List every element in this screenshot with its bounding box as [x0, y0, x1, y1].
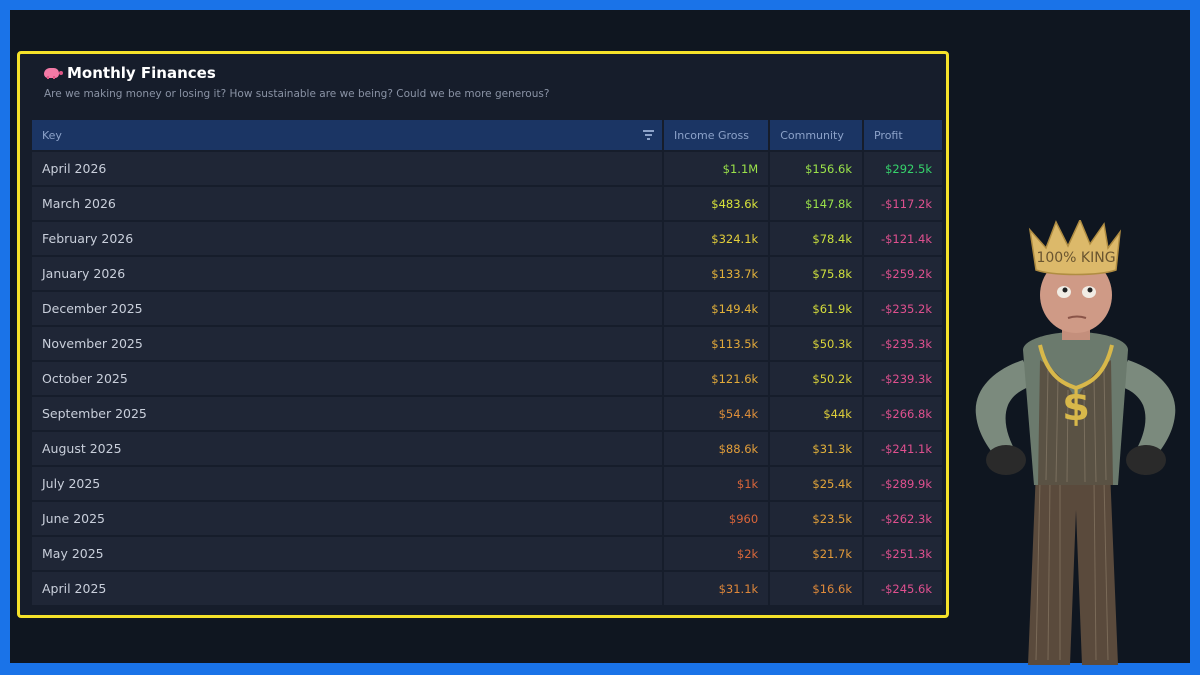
- king-character-illustration: $ 100% KING: [975, 220, 1176, 665]
- row-key-cell: April 2026: [32, 152, 662, 185]
- income-gross-cell: $31.1k: [662, 572, 769, 605]
- row-key-cell: February 2026: [32, 222, 662, 255]
- profit-cell: -$241.1k: [861, 432, 942, 465]
- table-row[interactable]: August 2025 $88.6k $31.3k -$241.1k: [32, 432, 942, 465]
- filter-icon[interactable]: [643, 130, 654, 140]
- community-cell: $156.6k: [768, 152, 862, 185]
- row-key-cell: September 2025: [32, 397, 662, 430]
- row-key-cell: March 2026: [32, 187, 662, 220]
- table-row[interactable]: January 2026 $133.7k $75.8k -$259.2k: [32, 257, 942, 290]
- svg-text:$: $: [1062, 384, 1090, 430]
- table-row[interactable]: February 2026 $324.1k $78.4k -$121.4k: [32, 222, 942, 255]
- row-key-cell: January 2026: [32, 257, 662, 290]
- income-gross-cell: $113.5k: [662, 327, 769, 360]
- crown-text: 100% KING: [1036, 250, 1115, 266]
- table-header-row: Key Income Gross Community Profit: [32, 120, 942, 150]
- income-gross-cell: $88.6k: [662, 432, 769, 465]
- income-gross-cell: $483.6k: [662, 187, 769, 220]
- income-gross-cell: $133.7k: [662, 257, 769, 290]
- profit-cell: -$259.2k: [861, 257, 942, 290]
- community-cell: $16.6k: [768, 572, 862, 605]
- profit-cell: -$266.8k: [861, 397, 942, 430]
- income-gross-cell: $324.1k: [662, 222, 769, 255]
- table-row[interactable]: October 2025 $121.6k $50.2k -$239.3k: [32, 362, 942, 395]
- table-row[interactable]: April 2025 $31.1k $16.6k -$245.6k: [32, 572, 942, 605]
- table-row[interactable]: December 2025 $149.4k $61.9k -$235.2k: [32, 292, 942, 325]
- community-cell: $50.3k: [768, 327, 862, 360]
- community-cell: $21.7k: [768, 537, 862, 570]
- income-gross-cell: $2k: [662, 537, 769, 570]
- community-cell: $61.9k: [768, 292, 862, 325]
- table-row[interactable]: June 2025 $960 $23.5k -$262.3k: [32, 502, 942, 535]
- table-row[interactable]: May 2025 $2k $21.7k -$251.3k: [32, 537, 942, 570]
- table-row[interactable]: July 2025 $1k $25.4k -$289.9k: [32, 467, 942, 500]
- finances-table: Key Income Gross Community Profit April …: [32, 118, 942, 607]
- community-cell: $23.5k: [768, 502, 862, 535]
- community-cell: $78.4k: [768, 222, 862, 255]
- card-header: Monthly Finances: [44, 64, 216, 82]
- community-cell: $50.2k: [768, 362, 862, 395]
- profit-cell: -$262.3k: [861, 502, 942, 535]
- card-subtitle: Are we making money or losing it? How su…: [44, 88, 550, 100]
- profit-cell: $292.5k: [861, 152, 942, 185]
- column-header-key[interactable]: Key: [32, 120, 662, 150]
- row-key-cell: June 2025: [32, 502, 662, 535]
- profit-cell: -$235.3k: [861, 327, 942, 360]
- profit-cell: -$117.2k: [861, 187, 942, 220]
- community-cell: $44k: [768, 397, 862, 430]
- profit-cell: -$245.6k: [861, 572, 942, 605]
- community-cell: $31.3k: [768, 432, 862, 465]
- income-gross-cell: $960: [662, 502, 769, 535]
- table-row[interactable]: April 2026 $1.1M $156.6k $292.5k: [32, 152, 942, 185]
- profit-cell: -$235.2k: [861, 292, 942, 325]
- income-gross-cell: $1.1M: [662, 152, 769, 185]
- community-cell: $75.8k: [768, 257, 862, 290]
- profit-cell: -$121.4k: [861, 222, 942, 255]
- row-key-cell: October 2025: [32, 362, 662, 395]
- income-gross-cell: $54.4k: [662, 397, 769, 430]
- income-gross-cell: $121.6k: [662, 362, 769, 395]
- row-key-cell: July 2025: [32, 467, 662, 500]
- piggy-bank-icon: [44, 67, 63, 79]
- monthly-finances-card: Monthly Finances Are we making money or …: [17, 51, 949, 618]
- profit-cell: -$239.3k: [861, 362, 942, 395]
- column-header-community[interactable]: Community: [768, 120, 862, 150]
- table-row[interactable]: September 2025 $54.4k $44k -$266.8k: [32, 397, 942, 430]
- row-key-cell: November 2025: [32, 327, 662, 360]
- table-row[interactable]: November 2025 $113.5k $50.3k -$235.3k: [32, 327, 942, 360]
- row-key-cell: April 2025: [32, 572, 662, 605]
- column-header-profit[interactable]: Profit: [861, 120, 942, 150]
- community-cell: $147.8k: [768, 187, 862, 220]
- income-gross-cell: $1k: [662, 467, 769, 500]
- profit-cell: -$251.3k: [861, 537, 942, 570]
- table-row[interactable]: March 2026 $483.6k $147.8k -$117.2k: [32, 187, 942, 220]
- profit-cell: -$289.9k: [861, 467, 942, 500]
- column-header-income-gross[interactable]: Income Gross: [662, 120, 769, 150]
- row-key-cell: December 2025: [32, 292, 662, 325]
- community-cell: $25.4k: [768, 467, 862, 500]
- row-key-cell: August 2025: [32, 432, 662, 465]
- row-key-cell: May 2025: [32, 537, 662, 570]
- income-gross-cell: $149.4k: [662, 292, 769, 325]
- card-title: Monthly Finances: [67, 64, 216, 82]
